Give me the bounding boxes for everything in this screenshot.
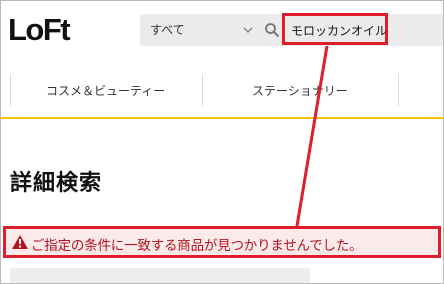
category-select-value: すべて: [150, 23, 185, 37]
category-select[interactable]: すべて: [140, 14, 258, 46]
alert-message: ご指定の条件に一致する商品が見つかりませんでした。: [31, 238, 363, 254]
search-form-panel: [10, 268, 310, 284]
nav-item-cosme-beauty[interactable]: コスメ＆ビューティー: [46, 82, 165, 99]
page-title: 詳細検索: [10, 171, 103, 196]
loft-logo[interactable]: LoFt: [8, 12, 71, 48]
header-divider: [0, 117, 444, 119]
search-bar: すべて モロッカンオイル: [140, 13, 444, 46]
category-nav: コスメ＆ビューティー ステーショナリー: [0, 70, 444, 110]
nav-divider: [10, 74, 11, 106]
search-query-text: モロッカンオイル: [291, 24, 388, 38]
warning-icon: [12, 235, 28, 249]
nav-divider: [202, 74, 203, 106]
chevron-down-icon: [243, 27, 253, 34]
nav-divider: [398, 74, 399, 106]
search-icon[interactable]: [264, 22, 280, 38]
nav-item-stationery[interactable]: ステーショナリー: [252, 82, 348, 99]
search-input[interactable]: モロッカンオイル: [282, 13, 388, 45]
no-results-alert: ご指定の条件に一致する商品が見つかりませんでした。: [3, 226, 441, 258]
